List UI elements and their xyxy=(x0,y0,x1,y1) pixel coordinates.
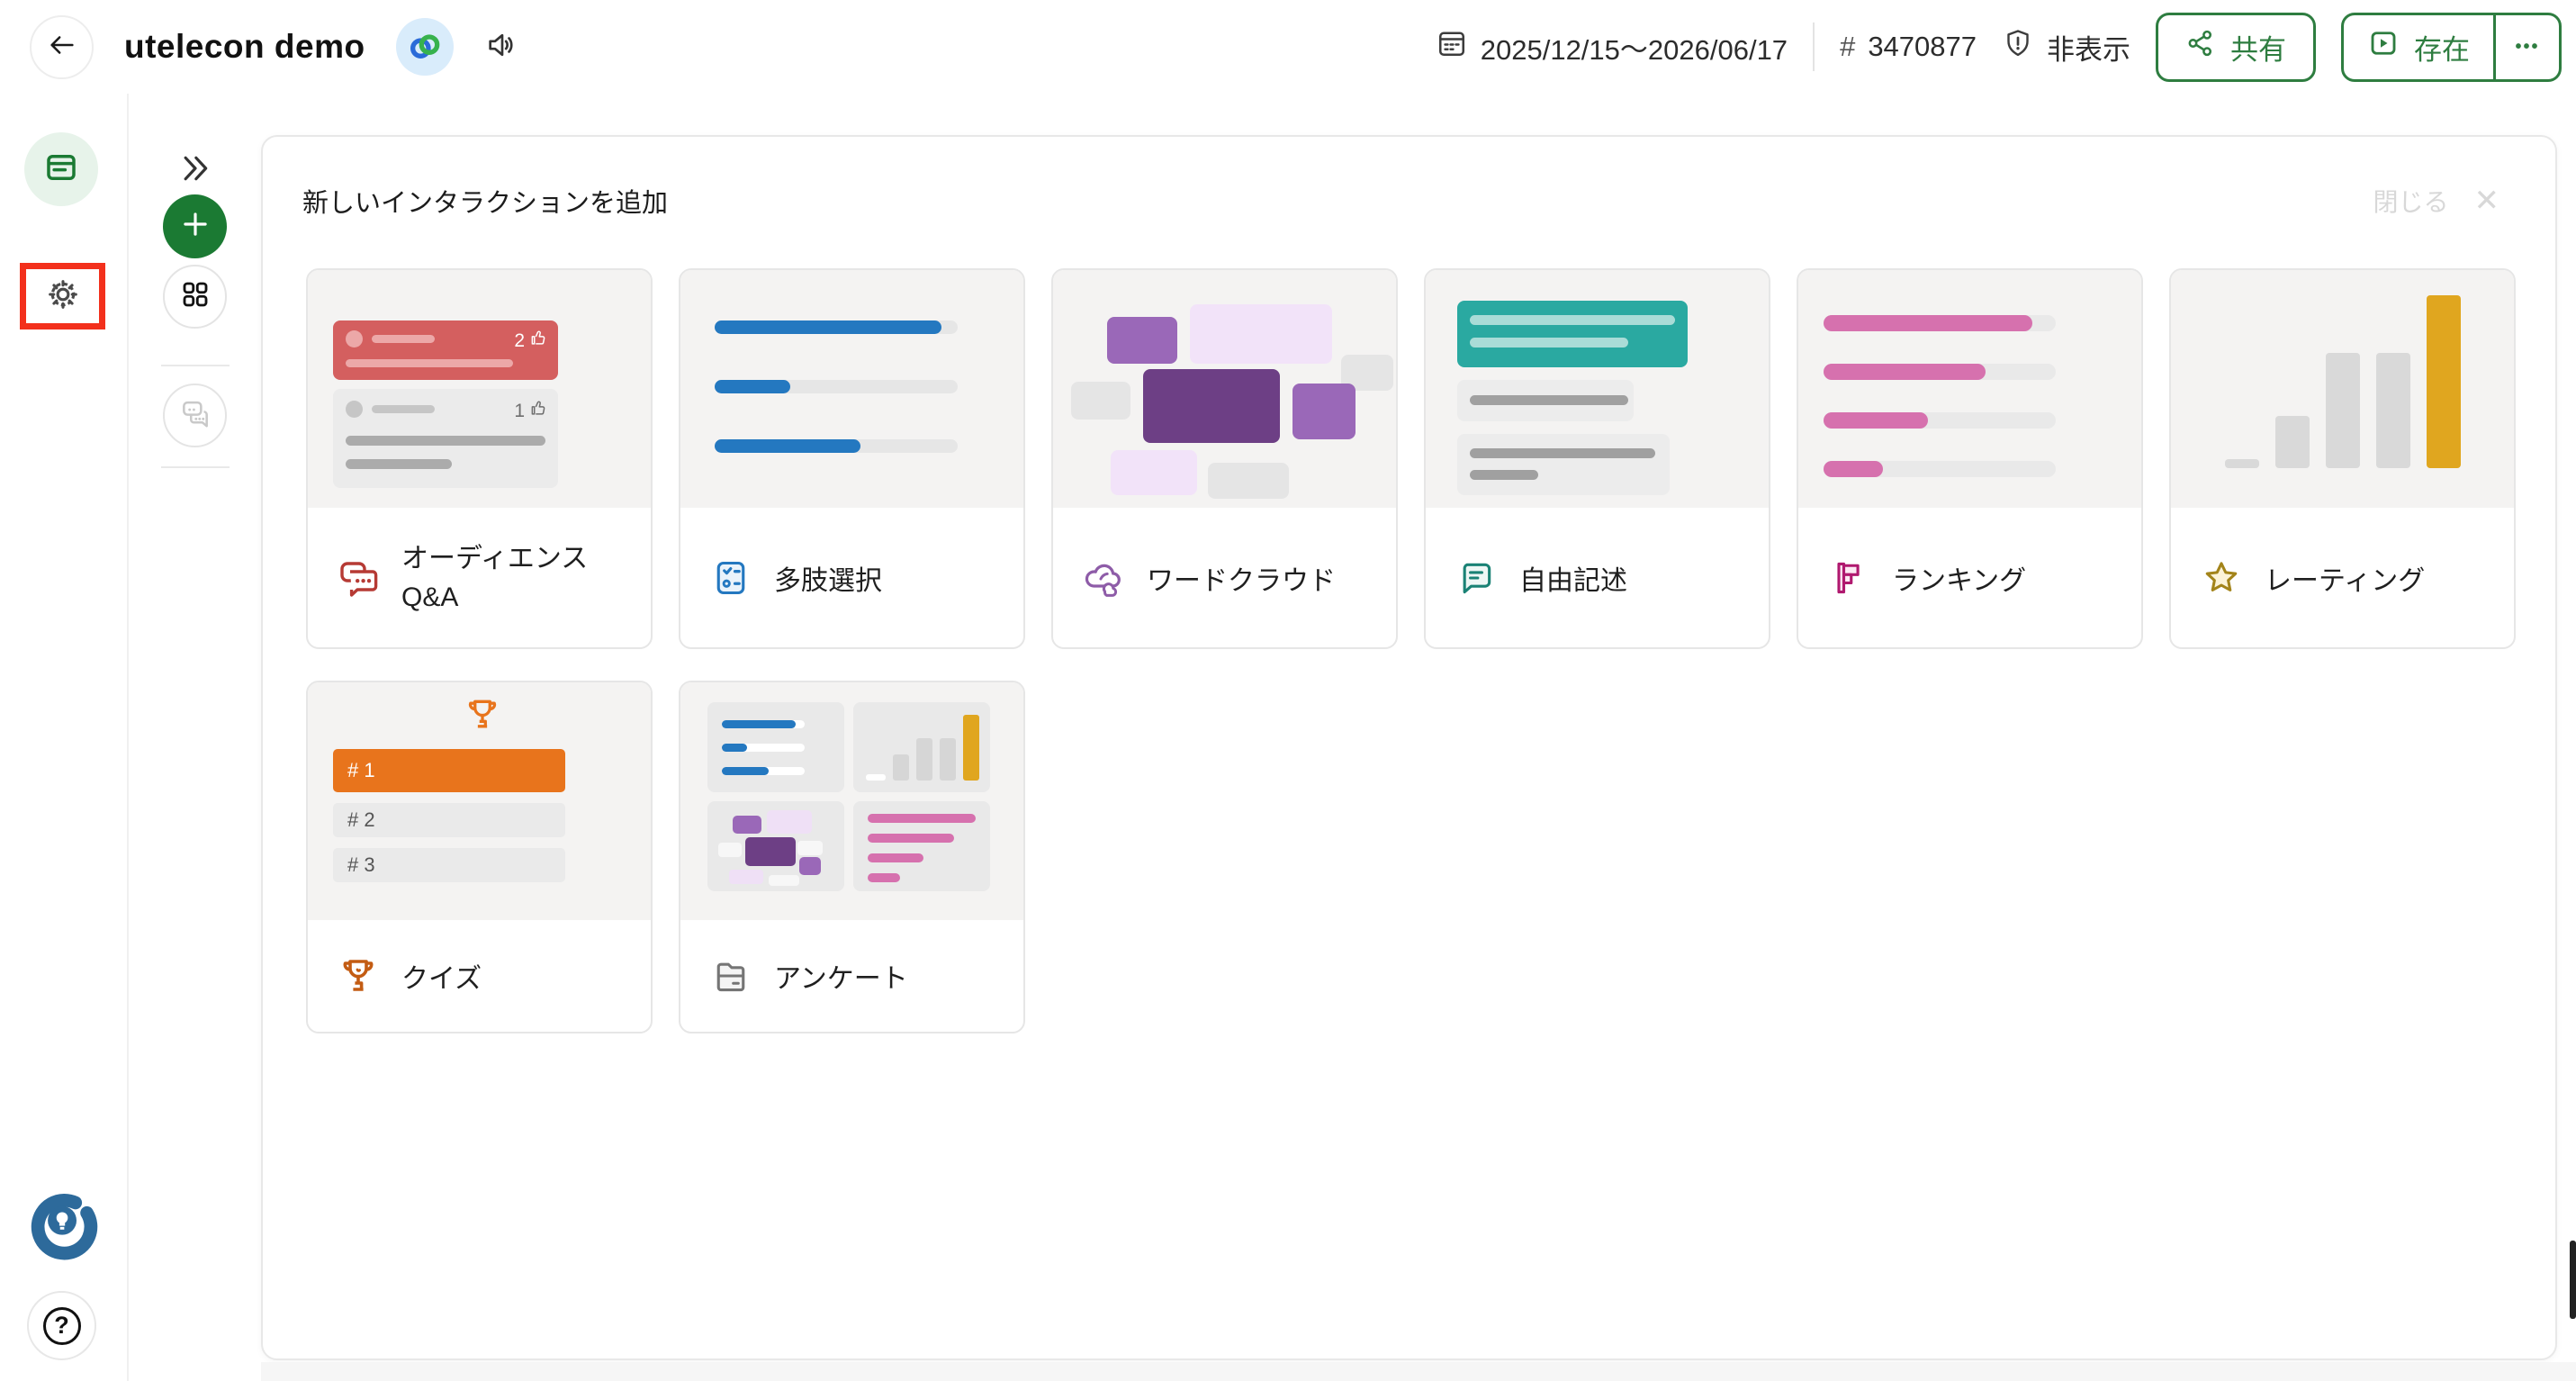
word-cloud-art xyxy=(1053,270,1396,508)
share-icon xyxy=(2185,28,2216,66)
plus-icon xyxy=(178,207,212,246)
rail-divider xyxy=(161,365,230,366)
annotation-highlight xyxy=(20,263,105,329)
share-button[interactable]: 共有 xyxy=(2156,13,2316,82)
grid-icon xyxy=(179,278,212,315)
quiz-rank-1: # 1 xyxy=(333,749,565,792)
quiz-rank-2: # 2 xyxy=(333,803,565,837)
trophy-icon xyxy=(463,695,502,739)
back-arrow-icon xyxy=(47,30,77,65)
card-rating[interactable]: レーティング xyxy=(2169,268,2516,649)
thumbs-up-icon xyxy=(530,400,547,422)
calendar-icon xyxy=(1436,27,1468,67)
card-multiple-choice[interactable]: 多肢選択 xyxy=(679,268,1025,649)
card-label: ランキング xyxy=(1892,558,2026,598)
card-label: 自由記述 xyxy=(1519,558,1627,598)
gear-icon xyxy=(43,275,83,319)
card-audience-qa[interactable]: 2 1 xyxy=(306,268,653,649)
add-interaction-button[interactable] xyxy=(163,194,227,258)
more-options-button[interactable]: ••• xyxy=(2496,15,2559,79)
page-title: utelecon demo xyxy=(124,28,365,66)
card-label: レーティング xyxy=(2265,558,2425,598)
word-cloud-icon xyxy=(1082,556,1125,600)
card-label: クイズ xyxy=(401,956,482,996)
date-range[interactable]: 2025/12/15～2026/06/17 xyxy=(1436,27,1788,68)
present-split-button: 存在 ••• xyxy=(2341,13,2562,82)
help-button[interactable]: ? xyxy=(27,1291,96,1360)
survey-art xyxy=(680,682,1023,920)
open-text-art xyxy=(1426,270,1769,508)
card-label: ワードクラウド xyxy=(1147,558,1336,598)
rail-divider xyxy=(161,466,230,468)
back-button[interactable] xyxy=(30,15,94,79)
survey-icon xyxy=(709,954,752,997)
speaker-icon[interactable] xyxy=(484,27,520,68)
ranking-icon xyxy=(1827,556,1870,600)
card-survey[interactable]: アンケート xyxy=(679,681,1025,1033)
double-chevron-right-icon xyxy=(177,150,213,191)
templates-button[interactable] xyxy=(163,265,227,329)
header-divider xyxy=(1813,23,1815,71)
close-panel-button[interactable]: 閉じる ✕ xyxy=(2373,183,2499,219)
webex-logo[interactable] xyxy=(396,18,454,76)
card-ranking[interactable]: ランキング xyxy=(1797,268,2143,649)
shield-alert-icon xyxy=(2002,27,2034,67)
ranking-art xyxy=(1798,270,2141,508)
help-icon: ? xyxy=(43,1307,81,1345)
present-button[interactable]: 存在 xyxy=(2344,15,2493,79)
chat-button[interactable] xyxy=(163,384,227,447)
scrollbar-thumb[interactable] xyxy=(2570,1241,2576,1319)
card-label: オーディエンス Q&A xyxy=(401,544,588,612)
open-text-icon xyxy=(1455,556,1498,600)
quiz-rank-3: # 3 xyxy=(333,848,565,882)
settings-button[interactable] xyxy=(43,275,83,319)
more-icon: ••• xyxy=(2515,37,2539,58)
quiz-icon xyxy=(337,954,380,997)
idea-logo[interactable] xyxy=(23,1188,99,1264)
card-open-text[interactable]: 自由記述 xyxy=(1424,268,1770,649)
sidebar-secondary xyxy=(129,94,261,1381)
thumbs-up-icon xyxy=(530,329,547,352)
page-bottom-strip xyxy=(261,1362,2576,1381)
qa-icon xyxy=(337,556,380,600)
card-label: 多肢選択 xyxy=(774,558,882,598)
rating-icon xyxy=(2200,556,2243,600)
multiple-choice-icon xyxy=(709,556,752,600)
panel-heading: 新しいインタラクションを追加 xyxy=(302,182,668,220)
expand-sidebar-button[interactable] xyxy=(163,139,227,203)
event-code[interactable]: # 3470877 xyxy=(1840,31,1977,63)
present-icon xyxy=(2367,27,2400,67)
rating-art xyxy=(2171,270,2514,508)
quiz-art: # 1 # 2 # 3 xyxy=(308,682,651,920)
close-icon: ✕ xyxy=(2474,185,2500,216)
poll-card-icon xyxy=(42,149,80,191)
chat-icon xyxy=(178,396,212,435)
audience-qa-art: 2 1 xyxy=(308,270,651,508)
multiple-choice-art xyxy=(680,270,1023,508)
add-interaction-panel: 新しいインタラクションを追加 閉じる ✕ 2 xyxy=(261,135,2557,1360)
hidden-status[interactable]: 非表示 xyxy=(2002,27,2130,68)
card-label: アンケート xyxy=(774,956,908,996)
top-bar: utelecon demo 2025/12/15 xyxy=(0,0,2576,94)
sidebar-item-interactions[interactable] xyxy=(24,132,98,206)
card-word-cloud[interactable]: ワードクラウド xyxy=(1051,268,1398,649)
sidebar-primary: ? xyxy=(0,94,129,1381)
hash-icon: # xyxy=(1840,31,1855,63)
card-quiz[interactable]: # 1 # 2 # 3 クイズ xyxy=(306,681,653,1033)
